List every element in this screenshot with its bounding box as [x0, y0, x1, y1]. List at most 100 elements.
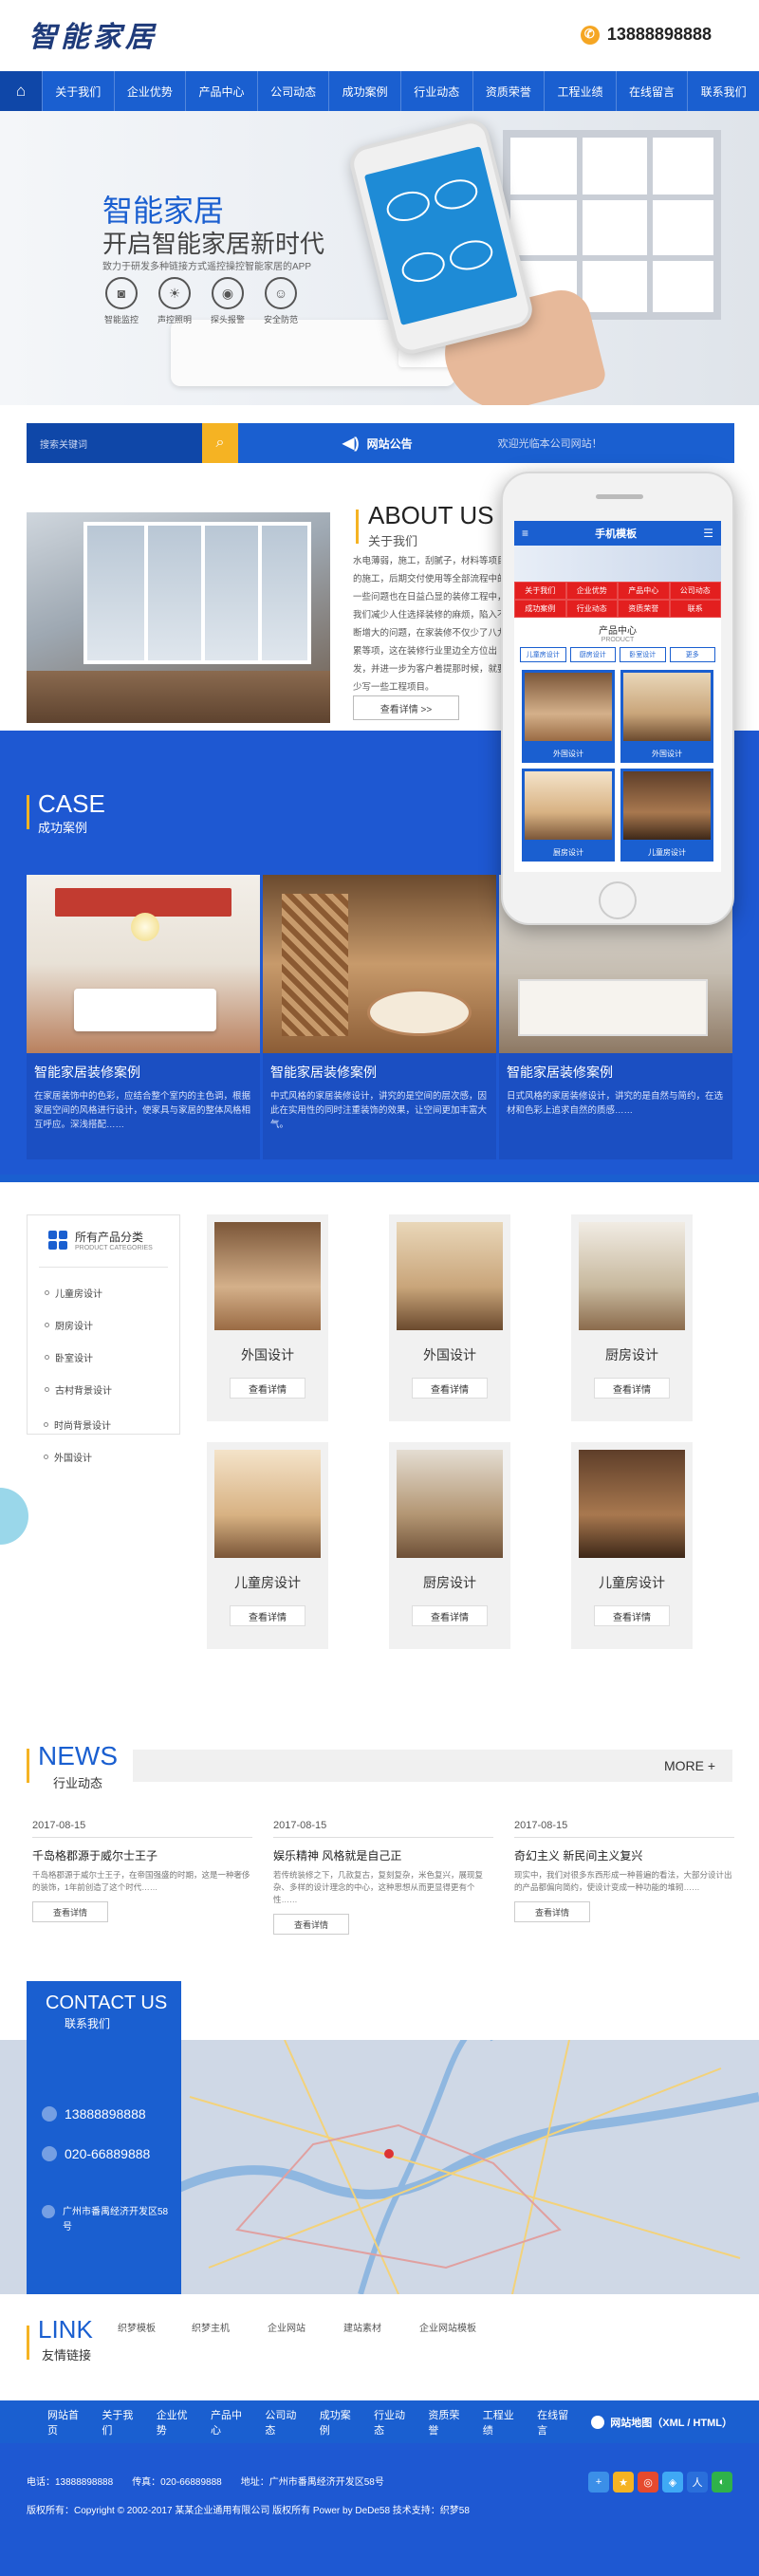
home-icon[interactable]: ⌂ — [0, 71, 42, 111]
footer-nav-item[interactable]: 产品中心 — [211, 2407, 251, 2437]
product-name[interactable]: 厨房设计 — [389, 1573, 510, 1592]
product-image[interactable] — [579, 1450, 685, 1558]
product-name[interactable]: 外国设计 — [207, 1345, 328, 1364]
case-title[interactable]: 智能家居装修案例 — [507, 1063, 613, 1082]
nav-item-industry-news[interactable]: 行业动态 — [399, 71, 472, 111]
category-label[interactable]: 儿童房设计 — [55, 1286, 102, 1300]
category-label[interactable]: 外国设计 — [54, 1450, 92, 1464]
footer-nav-item[interactable]: 资质荣誉 — [428, 2407, 469, 2437]
news-title[interactable]: 奇幻主义 新民间主义复兴 — [514, 1847, 734, 1863]
product-detail-button[interactable]: 查看详情 — [594, 1605, 670, 1626]
product-image[interactable] — [579, 1222, 685, 1330]
product-card[interactable]: 儿童房设计 查看详情 — [207, 1442, 328, 1649]
nav-item-advantages[interactable]: 企业优势 — [113, 71, 186, 111]
product-card[interactable]: 厨房设计 查看详情 — [571, 1214, 693, 1421]
category-label[interactable]: 古村背景设计 — [55, 1382, 112, 1397]
wechat-icon[interactable]: ◐ — [712, 2472, 732, 2493]
mobile-nav-item[interactable]: 公司动态 — [669, 582, 721, 600]
nav-item-about[interactable]: 关于我们 — [42, 71, 114, 111]
news-detail-button[interactable]: 查看详情 — [32, 1901, 108, 1922]
nav-item-company-news[interactable]: 公司动态 — [256, 71, 329, 111]
case-title[interactable]: 智能家居装修案例 — [270, 1063, 377, 1082]
mobile-tab[interactable]: 厨房设计 — [569, 647, 616, 662]
category-item[interactable]: 厨房设计 — [45, 1318, 93, 1332]
product-card[interactable]: 外国设计 查看详情 — [389, 1214, 510, 1421]
product-name[interactable]: 儿童房设计 — [207, 1573, 328, 1592]
nav-item-products[interactable]: 产品中心 — [185, 71, 257, 111]
news-title[interactable]: 娱乐精神 风格就是自己正 — [273, 1847, 493, 1863]
menu-icon[interactable]: ≡ — [522, 527, 528, 540]
user-icon[interactable]: ☰ — [703, 527, 713, 540]
category-item[interactable]: 儿童房设计 — [45, 1286, 102, 1300]
case-card[interactable]: 智能家居装修案例 中式风格的家居装修设计，讲究的是空间的层次感，因此在实用性的同… — [263, 875, 496, 1159]
nav-item-cases[interactable]: 成功案例 — [328, 71, 400, 111]
case-title[interactable]: 智能家居装修案例 — [34, 1063, 140, 1082]
about-more-button[interactable]: 查看详情 >> — [353, 695, 459, 720]
category-label[interactable]: 卧室设计 — [55, 1350, 93, 1364]
tencent-icon[interactable]: ◈ — [662, 2472, 683, 2493]
product-image[interactable] — [214, 1450, 321, 1558]
friend-link[interactable]: 企业网站 — [268, 2320, 305, 2334]
news-title[interactable]: 千岛格郡源于威尔士王子 — [32, 1847, 252, 1863]
product-detail-button[interactable]: 查看详情 — [230, 1605, 305, 1626]
category-item[interactable]: 卧室设计 — [45, 1350, 93, 1364]
news-detail-button[interactable]: 查看详情 — [514, 1901, 590, 1922]
category-item[interactable]: 时尚背景设计 — [44, 1418, 111, 1432]
mobile-nav-item[interactable]: 行业动态 — [565, 600, 618, 618]
announcement-text[interactable]: 欢迎光临本公司网站！ — [498, 436, 602, 451]
case-image[interactable] — [27, 875, 260, 1053]
footer-nav-item[interactable]: 在线留言 — [537, 2407, 578, 2437]
product-detail-button[interactable]: 查看详情 — [412, 1378, 488, 1399]
mobile-product[interactable]: 儿童房设计 — [620, 769, 713, 862]
product-detail-button[interactable]: 查看详情 — [230, 1378, 305, 1399]
category-item[interactable]: 外国设计 — [44, 1450, 92, 1464]
footer-nav-item[interactable]: 企业优势 — [157, 2407, 197, 2437]
site-logo[interactable]: 智能家居 — [28, 13, 157, 55]
footer-nav-item[interactable]: 关于我们 — [102, 2407, 142, 2437]
mobile-nav-item[interactable]: 成功案例 — [514, 600, 566, 618]
mobile-nav-item[interactable]: 关于我们 — [514, 582, 566, 600]
news-more-link[interactable]: MORE + — [664, 1758, 715, 1773]
friend-link[interactable]: 企业网站模板 — [419, 2320, 476, 2334]
mobile-product[interactable]: 厨房设计 — [522, 769, 615, 862]
sitemap-link[interactable]: 网站地图（XML / HTML） — [591, 2415, 732, 2430]
weibo-icon[interactable]: ◎ — [638, 2472, 658, 2493]
qzone-icon[interactable]: ★ — [613, 2472, 634, 2493]
nav-item-projects[interactable]: 工程业绩 — [544, 71, 616, 111]
footer-nav-item[interactable]: 成功案例 — [320, 2407, 361, 2437]
product-card[interactable]: 厨房设计 查看详情 — [389, 1442, 510, 1649]
footer-nav-item[interactable]: 公司动态 — [265, 2407, 305, 2437]
renren-icon[interactable]: 人 — [687, 2472, 708, 2493]
search-icon[interactable]: ⌕ — [202, 423, 238, 463]
nav-item-message[interactable]: 在线留言 — [615, 71, 688, 111]
category-label[interactable]: 时尚背景设计 — [54, 1418, 111, 1432]
mobile-nav-item[interactable]: 产品中心 — [618, 582, 670, 600]
friend-link[interactable]: 织梦主机 — [192, 2320, 230, 2334]
mobile-nav-item[interactable]: 企业优势 — [565, 582, 618, 600]
product-image[interactable] — [397, 1222, 503, 1330]
mobile-tab[interactable]: 儿童房设计 — [520, 647, 566, 662]
product-image[interactable] — [397, 1450, 503, 1558]
product-detail-button[interactable]: 查看详情 — [594, 1378, 670, 1399]
footer-nav-item[interactable]: 工程业绩 — [483, 2407, 524, 2437]
news-detail-button[interactable]: 查看详情 — [273, 1914, 349, 1935]
footer-nav-item[interactable]: 网站首页 — [47, 2407, 88, 2437]
product-card[interactable]: 儿童房设计 查看详情 — [571, 1442, 693, 1649]
case-card[interactable]: 智能家居装修案例 在家居装饰中的色彩，应结合整个室内的主色调，根据家居空间的风格… — [27, 875, 260, 1159]
nav-item-contact[interactable]: 联系我们 — [687, 71, 759, 111]
mobile-nav-item[interactable]: 联系 — [669, 600, 721, 618]
friend-link[interactable]: 建站素材 — [343, 2320, 381, 2334]
nav-item-honors[interactable]: 资质荣誉 — [472, 71, 545, 111]
product-name[interactable]: 儿童房设计 — [571, 1573, 693, 1592]
product-card[interactable]: 外国设计 查看详情 — [207, 1214, 328, 1421]
mobile-product[interactable]: 外国设计 — [522, 670, 615, 763]
case-image[interactable] — [263, 875, 496, 1053]
search-input[interactable]: 搜索关键词 — [27, 423, 202, 463]
category-item[interactable]: 古村背景设计 — [45, 1382, 112, 1397]
mobile-tab[interactable]: 更多 — [669, 647, 715, 662]
plus-icon[interactable]: + — [588, 2472, 609, 2493]
sitemap-label[interactable]: 网站地图（XML / HTML） — [610, 2415, 732, 2430]
product-name[interactable]: 厨房设计 — [571, 1345, 693, 1364]
product-name[interactable]: 外国设计 — [389, 1345, 510, 1364]
friend-link[interactable]: 织梦模板 — [118, 2320, 156, 2334]
